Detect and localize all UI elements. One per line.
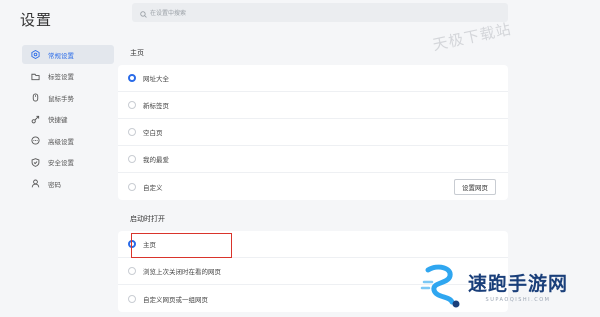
option-label: 我的最爱 [143, 156, 169, 164]
option-label: 自定义网页或一组网页 [143, 295, 208, 304]
brand-name: 速跑手游网 [468, 273, 569, 295]
homepage-option-row[interactable]: 空白页 [118, 119, 508, 146]
option-label: 浏览上次关闭时在看的网页 [143, 268, 221, 276]
homepage-option-row[interactable]: 网址大全 [118, 65, 508, 92]
sidebar-item-label: 密码 [48, 180, 61, 189]
sidebar-item-label: 快捷键 [48, 116, 68, 124]
homepage-option-row[interactable]: 自定义 设置网页 [118, 173, 508, 200]
page-title: 设置 [20, 11, 53, 29]
radio-button[interactable] [128, 294, 136, 303]
sidebar-item-tabs[interactable]: 标签设置 [22, 67, 114, 86]
option-label: 主页 [143, 241, 156, 249]
homepage-option-row[interactable]: 新标签页 [118, 92, 508, 119]
startup-option-row[interactable]: 主页 [118, 231, 508, 258]
homepage-option-row[interactable]: 我的最爱 [118, 146, 508, 173]
radio-button[interactable] [128, 155, 136, 163]
search-icon [140, 3, 147, 22]
set-webpage-button[interactable]: 设置网页 [454, 179, 496, 195]
sidebar-item-label: 常规设置 [48, 51, 74, 60]
sidebar-item-advanced[interactable]: 高级设置 [22, 131, 114, 150]
startup-section-label: 启动时打开 [130, 215, 165, 223]
search-input[interactable]: 在设置中搜索 [132, 3, 508, 22]
link-arrow-icon [30, 114, 40, 124]
sidebar-item-label: 标签设置 [48, 73, 74, 81]
sidebar-item-security[interactable]: 安全设置 [22, 153, 114, 172]
sidebar-item-mouse-gesture[interactable]: 鼠标手势 [22, 88, 114, 107]
homepage-options-card: 网址大全 新标签页 空白页 我的最爱 自定义 设置网页 [118, 65, 508, 200]
more-circle-icon [30, 136, 40, 146]
radio-button[interactable] [128, 182, 136, 191]
sidebar-item-label: 鼠标手势 [48, 94, 74, 103]
option-label: 自定义 [143, 183, 163, 192]
shield-icon [30, 157, 40, 167]
radio-button[interactable] [128, 74, 136, 82]
sidebar-item-label: 安全设置 [48, 159, 74, 167]
radio-button[interactable] [128, 101, 136, 109]
radio-button[interactable] [128, 240, 136, 248]
brand-url: SUPAOQISHI.COM [485, 297, 551, 303]
radio-button[interactable] [128, 267, 136, 275]
sidebar: 常规设置 标签设置 鼠标手势 快捷键 高级设置 安全设置 密码 [22, 45, 114, 196]
sidebar-item-general[interactable]: 常规设置 [22, 45, 114, 64]
search-placeholder: 在设置中搜索 [150, 10, 187, 17]
mouse-icon [30, 93, 40, 103]
homepage-section-label: 主页 [130, 49, 144, 57]
brand-watermark: 速跑手游网 SUPAOQISHI.COM [418, 262, 568, 310]
option-label: 新标签页 [143, 102, 169, 110]
sidebar-item-label: 高级设置 [48, 137, 74, 146]
option-label: 网址大全 [143, 75, 169, 83]
sidebar-item-password[interactable]: 密码 [22, 174, 114, 193]
user-icon [30, 179, 40, 189]
sidebar-item-shortcuts[interactable]: 快捷键 [22, 110, 114, 129]
watermark-text: 天极下载站 [431, 19, 514, 55]
hexagon-gear-icon [30, 50, 40, 60]
brand-logo-icon [418, 262, 466, 310]
option-label: 空白页 [143, 129, 163, 137]
tab-icon [30, 71, 40, 81]
radio-button[interactable] [128, 128, 136, 136]
